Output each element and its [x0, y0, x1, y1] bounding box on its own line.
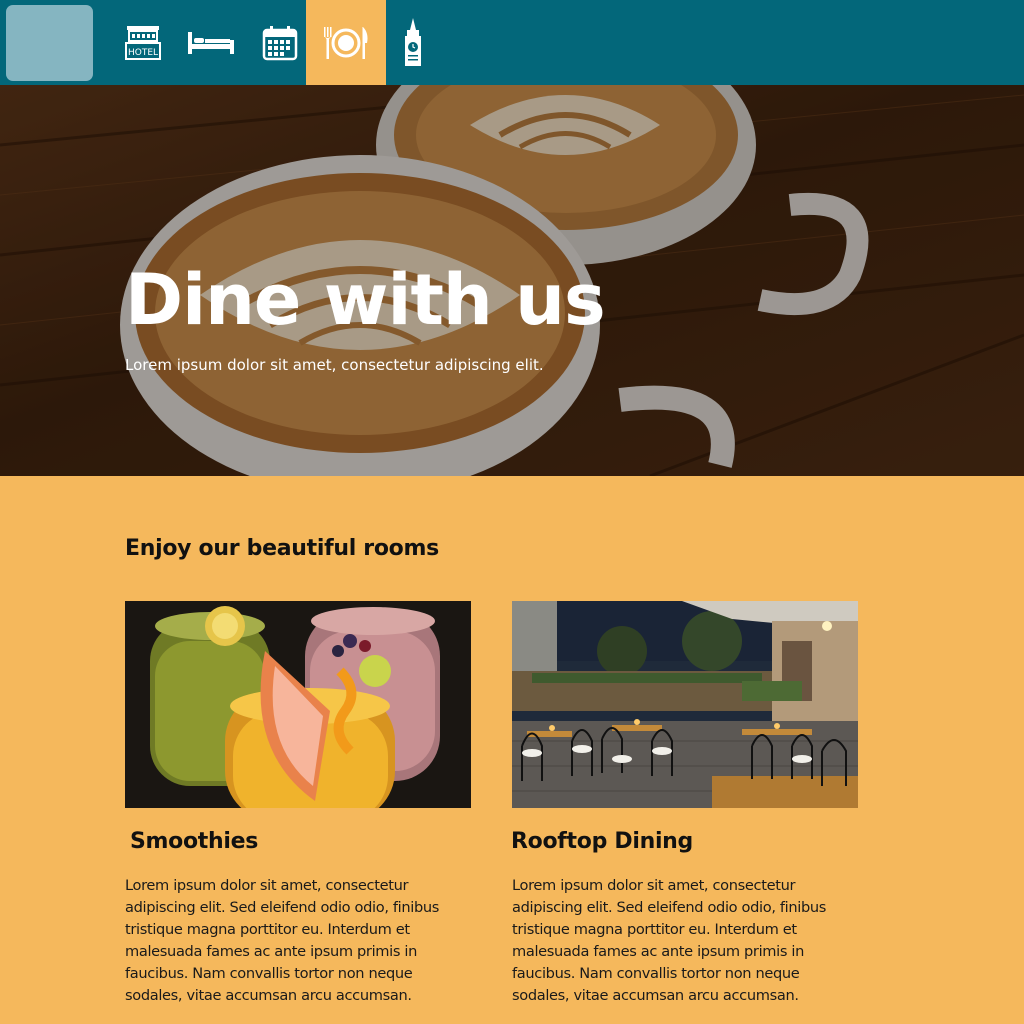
- card-smoothies: Smoothies Lorem ipsum dolor sit amet, co…: [125, 601, 471, 1004]
- card-title-smoothies: Smoothies: [130, 829, 259, 854]
- nav-big-ben-icon[interactable]: [398, 0, 428, 85]
- card-rooftop-dining: Rooftop Dining Lorem ipsum dolor sit ame…: [511, 601, 858, 1004]
- smoothies-image: [125, 601, 471, 808]
- svg-text:HOTEL: HOTEL: [127, 48, 157, 58]
- rooftop-dining-image: [512, 601, 858, 808]
- nav-dining-icon[interactable]: [306, 0, 386, 85]
- top-nav-bar: HOTEL: [0, 0, 1024, 85]
- logo-placeholder[interactable]: [6, 5, 93, 81]
- hero-title: Dine with us: [125, 259, 606, 341]
- card-text-smoothies: Lorem ipsum dolor sit amet, consectetur …: [125, 877, 440, 1004]
- card-title-rooftop-dining: Rooftop Dining: [511, 829, 693, 854]
- card-text-rooftop-dining: Lorem ipsum dolor sit amet, consectetur …: [512, 877, 827, 1004]
- nav-bed-icon[interactable]: [186, 0, 236, 85]
- hero-banner: Dine with us Lorem ipsum dolor sit amet,…: [0, 85, 1024, 476]
- hero-subtitle: Lorem ipsum dolor sit amet, consectetur …: [125, 356, 544, 374]
- section-heading: Enjoy our beautiful rooms: [125, 536, 439, 561]
- nav-hotel-icon[interactable]: HOTEL: [120, 0, 165, 85]
- nav-calendar-icon[interactable]: [260, 0, 300, 85]
